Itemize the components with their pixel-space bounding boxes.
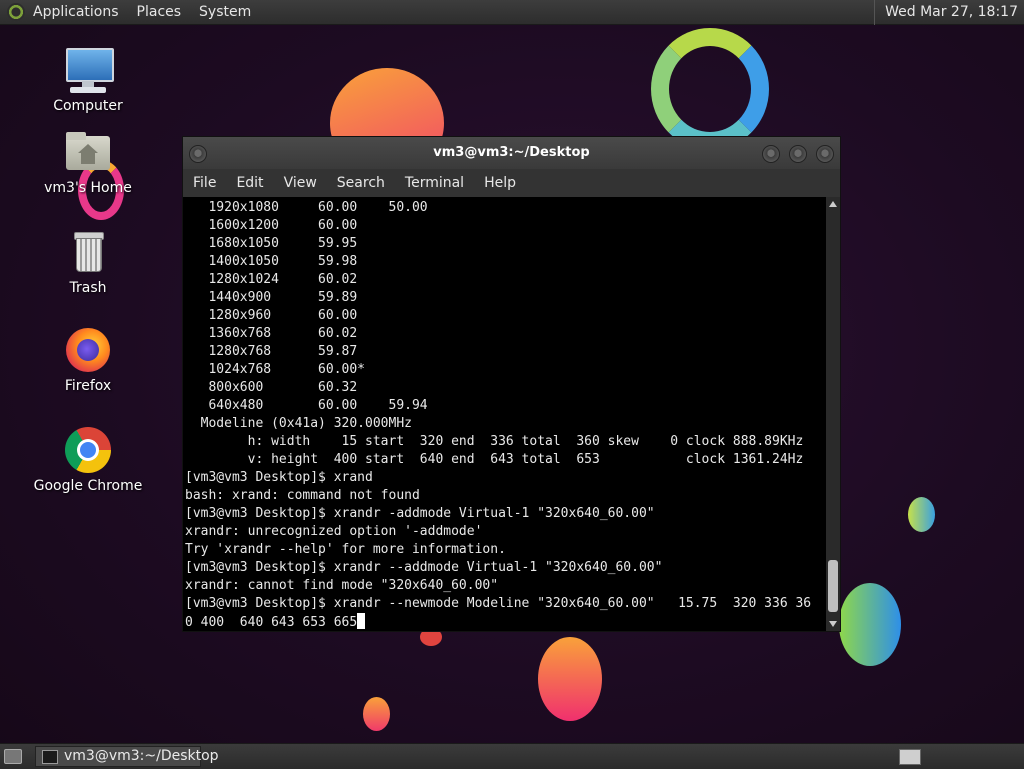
terminal-line: v: height 400 start 640 end 643 total 65… — [185, 452, 804, 467]
desktop-icon-label: vm3's Home — [44, 180, 132, 196]
terminal-line: 640x480 60.00 59.94 — [185, 398, 428, 413]
terminal-line: bash: xrand: command not found — [185, 488, 420, 503]
terminal-output[interactable]: 1920x1080 60.00 50.00 1600x1200 60.00 16… — [183, 197, 826, 631]
desktop-icon-computer[interactable]: Computer — [33, 46, 143, 114]
terminal-line: [vm3@vm3 Desktop]$ xrand — [185, 470, 373, 485]
taskbar-label: vm3@vm3:~/Desktop — [64, 748, 219, 764]
menu-view[interactable]: View — [284, 175, 317, 191]
applications-menu[interactable]: Applications — [33, 4, 119, 20]
terminal-line: [vm3@vm3 Desktop]$ xrandr --addmode Virt… — [185, 560, 663, 575]
terminal-cursor — [357, 613, 366, 629]
show-desktop-icon[interactable] — [4, 749, 22, 764]
terminal-line: [vm3@vm3 Desktop]$ xrandr --newmode Mode… — [185, 596, 812, 611]
terminal-line: 1360x768 60.02 — [185, 326, 358, 341]
desktop-icon-label: Computer — [53, 98, 123, 114]
terminal-line: 1280x1024 60.02 — [185, 272, 358, 287]
computer-icon — [64, 46, 114, 94]
desktop-icon-chrome[interactable]: Google Chrome — [33, 426, 143, 494]
trash-icon — [64, 228, 112, 276]
terminal-line: 0 400 640 643 653 665 — [185, 613, 826, 631]
window-menu-icon[interactable] — [189, 145, 207, 163]
terminal-line: 1680x1050 59.95 — [185, 236, 358, 251]
terminal-line: 1600x1200 60.00 — [185, 218, 358, 233]
wallpaper-small-orange-blob — [363, 697, 390, 731]
menu-search[interactable]: Search — [337, 175, 385, 191]
clock[interactable]: Wed Mar 27, 18:17 — [874, 0, 1024, 25]
window-titlebar[interactable]: vm3@vm3:~/Desktop — [183, 137, 840, 169]
desktop-icon-label: Google Chrome — [33, 478, 143, 494]
desktop-icon-label: Firefox — [64, 378, 112, 394]
menu-file[interactable]: File — [193, 175, 216, 191]
menu-terminal[interactable]: Terminal — [405, 175, 464, 191]
terminal-line: 1400x1050 59.98 — [185, 254, 358, 269]
wallpaper-blue-blob — [839, 583, 901, 666]
workspace-switcher-icon[interactable] — [899, 749, 921, 765]
terminal-line: 1440x900 59.89 — [185, 290, 358, 305]
terminal-line: xrandr: cannot find mode "320x640_60.00" — [185, 578, 499, 593]
window-title: vm3@vm3:~/Desktop — [433, 145, 590, 160]
home-folder-icon — [64, 128, 112, 176]
terminal-line: 1280x768 59.87 — [185, 344, 358, 359]
terminal-line: [vm3@vm3 Desktop]$ xrandr -addmode Virtu… — [185, 506, 655, 521]
wallpaper-pink-blob — [538, 637, 602, 721]
system-menu[interactable]: System — [199, 4, 251, 20]
terminal-icon — [42, 750, 58, 764]
top-panel: Applications Places System Wed Mar 27, 1… — [0, 0, 1024, 25]
terminal-line: 800x600 60.32 — [185, 380, 358, 395]
desktop-icon-home[interactable]: vm3's Home — [33, 128, 143, 196]
distro-logo-icon[interactable] — [7, 3, 25, 21]
maximize-icon[interactable] — [789, 145, 807, 163]
scroll-down-icon[interactable] — [829, 621, 837, 627]
terminal-line: xrandr: unrecognized option '-addmode' — [185, 524, 483, 539]
chrome-icon — [64, 426, 112, 474]
bottom-panel: vm3@vm3:~/Desktop — [0, 743, 1024, 769]
minimize-icon[interactable] — [762, 145, 780, 163]
terminal-line: 1280x960 60.00 — [185, 308, 358, 323]
terminal-scrollbar[interactable] — [826, 197, 840, 631]
close-icon[interactable] — [816, 145, 834, 163]
desktop-icon-firefox[interactable]: Firefox — [33, 326, 143, 394]
terminal-window[interactable]: vm3@vm3:~/Desktop File Edit View Search … — [182, 136, 841, 632]
terminal-line: 1920x1080 60.00 50.00 — [185, 200, 428, 215]
terminal-line: Try 'xrandr --help' for more information… — [185, 542, 506, 557]
terminal-line: h: width 15 start 320 end 336 total 360 … — [185, 434, 804, 449]
desktop-icon-trash[interactable]: Trash — [33, 228, 143, 296]
desktop-icon-label: Trash — [69, 280, 107, 296]
terminal-line: Modeline (0x41a) 320.000MHz — [185, 416, 412, 431]
taskbar-terminal-button[interactable]: vm3@vm3:~/Desktop — [35, 746, 219, 767]
wallpaper-green-blob — [908, 497, 935, 532]
terminal-menubar: File Edit View Search Terminal Help — [183, 169, 840, 197]
places-menu[interactable]: Places — [137, 4, 182, 20]
scroll-up-icon[interactable] — [829, 201, 837, 207]
wallpaper-ring — [651, 28, 769, 150]
menu-help[interactable]: Help — [484, 175, 516, 191]
scrollbar-thumb[interactable] — [828, 560, 838, 612]
terminal-line: 1024x768 60.00* — [185, 362, 366, 377]
firefox-icon — [64, 326, 112, 374]
menu-edit[interactable]: Edit — [236, 175, 263, 191]
